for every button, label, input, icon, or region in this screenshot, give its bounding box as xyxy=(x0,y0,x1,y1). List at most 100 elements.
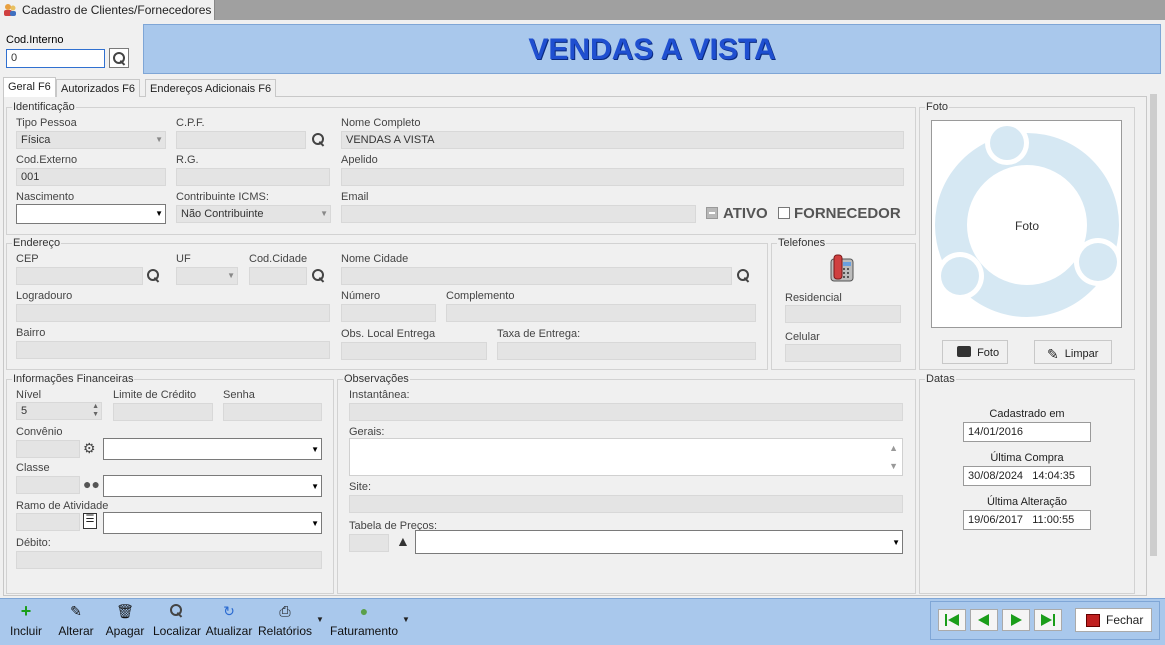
instantanea-input[interactable] xyxy=(349,403,903,421)
bairro-input[interactable] xyxy=(16,341,330,359)
tab-geral[interactable]: Geral F6 xyxy=(3,77,56,97)
cpf-label: C.P.F. xyxy=(176,117,205,129)
rg-label: R.G. xyxy=(176,154,199,166)
convenio-select[interactable]: ▼ xyxy=(103,438,322,460)
scroll-up-icon[interactable]: ▲ xyxy=(889,443,898,453)
atualizar-button[interactable]: ↻ Atualizar xyxy=(205,602,253,638)
limpar-button[interactable]: ✎ Limpar xyxy=(1034,340,1112,364)
relatorios-dropdown-icon[interactable]: ▼ xyxy=(316,615,324,624)
senha-input[interactable] xyxy=(223,403,322,421)
scrollbar-thumb[interactable] xyxy=(1150,94,1157,556)
ramo-atividade-code-input[interactable] xyxy=(16,513,80,531)
cod-interno-label: Cod.Interno xyxy=(6,34,64,46)
previous-record-button[interactable] xyxy=(970,609,998,631)
cpf-search-icon[interactable] xyxy=(311,132,325,146)
email-input[interactable] xyxy=(341,205,696,223)
tipo-pessoa-label: Tipo Pessoa xyxy=(16,117,77,129)
next-record-button[interactable] xyxy=(1002,609,1030,631)
rg-input[interactable] xyxy=(176,168,330,186)
classe-code-input[interactable] xyxy=(16,476,80,494)
taxa-entrega-label: Taxa de Entrega: xyxy=(497,328,581,340)
tabela-lookup-icon[interactable]: ▲ xyxy=(396,533,410,549)
nascimento-date-picker[interactable]: ▼ xyxy=(16,204,166,224)
chevron-down-icon: ▼ xyxy=(155,135,163,144)
residencial-input[interactable] xyxy=(785,305,901,323)
alterar-button[interactable]: ✎ Alterar xyxy=(56,602,96,638)
classe-lookup-icon[interactable]: ●● xyxy=(83,476,100,492)
tipo-pessoa-value: Física xyxy=(21,134,51,146)
ultima-alteracao-label: Última Alteração xyxy=(986,496,1068,508)
nivel-spinner[interactable]: 5 ▲ ▼ xyxy=(16,402,102,420)
spinner-down-icon[interactable]: ▼ xyxy=(92,411,99,418)
gerais-textarea[interactable]: ▲ ▼ xyxy=(349,438,903,476)
photo-frame[interactable]: Foto xyxy=(931,120,1122,328)
convenio-lookup-icon[interactable]: ⚙ xyxy=(83,440,96,457)
logradouro-input[interactable] xyxy=(16,304,330,322)
cadastrado-em-label: Cadastrado em xyxy=(989,408,1065,420)
logradouro-label: Logradouro xyxy=(16,290,73,302)
apelido-label: Apelido xyxy=(341,154,378,166)
ramo-atividade-select[interactable]: ▼ xyxy=(103,512,322,534)
cod-cidade-search-icon[interactable] xyxy=(311,268,325,282)
chevron-down-icon: ▼ xyxy=(320,209,328,218)
obs-local-entrega-input[interactable] xyxy=(341,342,487,360)
site-input[interactable] xyxy=(349,495,903,513)
tab-autorizados[interactable]: Autorizados F6 xyxy=(56,79,140,97)
numero-input[interactable] xyxy=(341,304,436,322)
cod-externo-input[interactable]: 001 xyxy=(16,168,166,186)
first-record-button[interactable] xyxy=(938,609,966,631)
taxa-entrega-input[interactable] xyxy=(497,342,756,360)
cpf-input[interactable] xyxy=(176,131,306,149)
cep-search-icon[interactable] xyxy=(146,268,160,282)
edit-icon: ✎ xyxy=(70,603,82,619)
financeiras-title: Informações Financeiras xyxy=(12,373,135,385)
vertical-scrollbar[interactable] xyxy=(1148,94,1160,594)
nome-cidade-search-icon[interactable] xyxy=(736,268,750,282)
localizar-label: Localizar xyxy=(153,624,202,638)
localizar-button[interactable]: Localizar xyxy=(153,602,202,638)
fornecedor-checkbox[interactable] xyxy=(778,207,790,219)
ultima-compra-value: 30/08/2024 14:04:35 xyxy=(963,466,1091,486)
users-icon xyxy=(3,3,17,17)
first-icon xyxy=(945,614,959,626)
tabela-precos-code-input[interactable] xyxy=(349,534,389,552)
ramo-lookup-icon[interactable]: ☰ xyxy=(83,513,97,529)
fechar-button[interactable]: Fechar xyxy=(1075,608,1152,632)
apagar-button[interactable]: 🗑 Apagar xyxy=(104,602,146,638)
banner: VENDAS A VISTA xyxy=(143,24,1161,74)
uf-select[interactable]: ▼ xyxy=(176,267,238,285)
faturamento-dropdown-icon[interactable]: ▼ xyxy=(402,615,410,624)
celular-input[interactable] xyxy=(785,344,901,362)
complemento-input[interactable] xyxy=(446,304,756,322)
nome-completo-input[interactable]: VENDAS A VISTA xyxy=(341,131,904,149)
ativo-checkbox[interactable] xyxy=(706,207,718,219)
cod-interno-input[interactable]: 0 xyxy=(6,49,105,68)
incluir-button[interactable]: + Incluir xyxy=(6,602,46,638)
spinner-up-icon[interactable]: ▲ xyxy=(92,403,99,410)
scroll-down-icon[interactable]: ▼ xyxy=(889,461,898,471)
printer-icon: ⎙ xyxy=(279,603,291,619)
faturamento-button[interactable]: ● Faturamento xyxy=(330,602,398,638)
faturamento-label: Faturamento xyxy=(330,624,399,638)
photo-placeholder-text: Foto xyxy=(1015,219,1040,233)
relatorios-button[interactable]: ⎙ Relatórios xyxy=(257,602,313,638)
contribuinte-icms-select[interactable]: Não Contribuinte ▼ xyxy=(176,205,331,223)
last-record-button[interactable] xyxy=(1034,609,1062,631)
chevron-down-icon: ▼ xyxy=(155,209,163,218)
classe-select[interactable]: ▼ xyxy=(103,475,322,497)
foto-button[interactable]: Foto xyxy=(942,340,1008,364)
cep-input[interactable] xyxy=(16,267,143,285)
cod-interno-search-button[interactable] xyxy=(109,48,129,68)
apelido-input[interactable] xyxy=(341,168,904,186)
nivel-value: 5 xyxy=(21,405,28,417)
tabela-precos-select[interactable]: ▼ xyxy=(415,530,903,554)
cod-cidade-input[interactable] xyxy=(249,267,307,285)
window-tab[interactable]: Cadastro de Clientes/Fornecedores xyxy=(0,0,215,20)
limite-credito-input[interactable] xyxy=(113,403,213,421)
nome-cidade-input[interactable] xyxy=(341,267,732,285)
chevron-down-icon: ▼ xyxy=(311,445,319,454)
tipo-pessoa-select[interactable]: Física ▼ xyxy=(16,131,166,149)
debito-input[interactable] xyxy=(16,551,322,569)
convenio-code-input[interactable] xyxy=(16,440,80,458)
tab-enderecos-adicionais[interactable]: Endereços Adicionais F6 xyxy=(145,79,277,97)
